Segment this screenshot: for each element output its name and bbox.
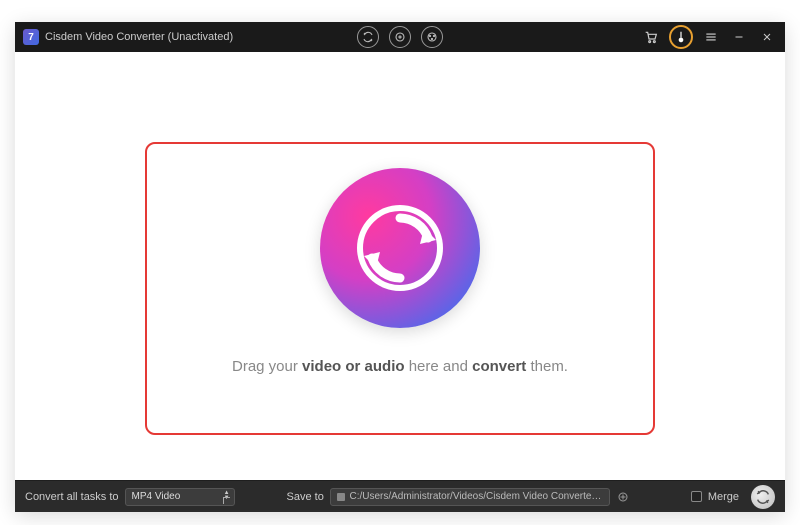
titlebar: 7 Cisdem Video Converter (Unactivated) xyxy=(15,22,785,52)
drop-text-mid: here and xyxy=(405,358,473,375)
drop-text-suffix: them. xyxy=(526,358,568,375)
disc-tab-icon[interactable] xyxy=(389,26,411,48)
content-area: Drag your video or audio here and conver… xyxy=(15,52,785,480)
output-path-value: C:/Users/Administrator/Videos/Cisdem Vid… xyxy=(349,491,602,502)
convert-all-label: Convert all tasks to xyxy=(25,491,119,503)
output-format-select[interactable]: MP4 Video ▲▼ xyxy=(125,488,235,506)
convert-tab-icon[interactable] xyxy=(357,26,379,48)
save-to-label: Save to xyxy=(287,491,324,503)
menu-icon[interactable] xyxy=(701,27,721,47)
convert-circle-icon xyxy=(320,168,480,328)
app-window: 7 Cisdem Video Converter (Unactivated) xyxy=(15,22,785,512)
merge-label: Merge xyxy=(708,491,739,503)
bottombar: Convert all tasks to MP4 Video ▲▼ Save t… xyxy=(15,480,785,512)
download-tab-icon[interactable] xyxy=(421,26,443,48)
dropzone-text: Drag your video or audio here and conver… xyxy=(232,358,568,375)
thermometer-icon[interactable] xyxy=(673,29,689,45)
minimize-button[interactable] xyxy=(729,27,749,47)
output-format-value: MP4 Video xyxy=(132,491,181,502)
preferences-highlight xyxy=(669,25,693,49)
select-caret-icon: ▲▼ xyxy=(224,491,230,501)
app-icon: 7 xyxy=(23,29,39,45)
drop-text-bold1: video or audio xyxy=(302,358,405,375)
start-convert-button[interactable] xyxy=(751,485,775,509)
mode-tabs xyxy=(357,26,443,48)
drop-text-bold2: convert xyxy=(472,358,526,375)
window-title: Cisdem Video Converter (Unactivated) xyxy=(45,31,233,43)
merge-checkbox[interactable] xyxy=(691,491,702,502)
close-button[interactable] xyxy=(757,27,777,47)
dropzone[interactable]: Drag your video or audio here and conver… xyxy=(232,158,568,375)
cart-icon[interactable] xyxy=(641,27,661,47)
folder-icon xyxy=(337,493,346,501)
drop-text-prefix: Drag your xyxy=(232,358,302,375)
output-path-field[interactable]: C:/Users/Administrator/Videos/Cisdem Vid… xyxy=(330,488,610,506)
window-controls xyxy=(641,25,777,49)
open-folder-button[interactable] xyxy=(616,490,630,504)
